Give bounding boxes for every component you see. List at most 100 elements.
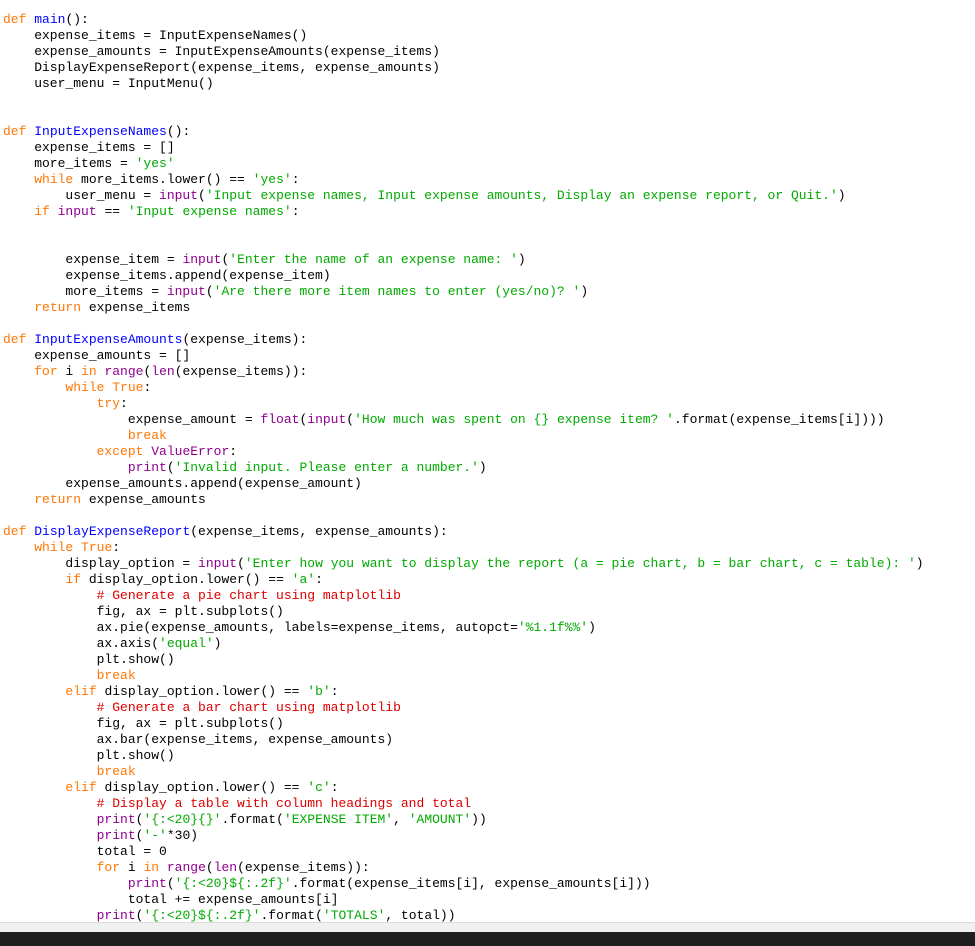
code-token: ) [478, 460, 487, 475]
code-token: : [330, 684, 339, 699]
keyword-token: def [3, 332, 35, 347]
function-name-token: InputExpenseAmounts [34, 332, 183, 347]
code-line: while more_items.lower() == 'yes': [3, 172, 924, 188]
code-token: ( [198, 188, 206, 203]
code-line: user_menu = input('Input expense names, … [3, 188, 924, 204]
taskbar [0, 932, 975, 946]
code-token: , [393, 812, 409, 827]
code-line: plt.show() [3, 652, 924, 668]
string-token: 'Enter how you want to display the repor… [244, 556, 916, 571]
code-token: : [330, 780, 339, 795]
code-token: ) [915, 556, 924, 571]
code-token: : [291, 172, 300, 187]
code-token: .format(expense_items[i]))) [673, 412, 885, 427]
code-line: def DisplayExpenseReport(expense_items, … [3, 524, 924, 540]
code-token: ( [346, 412, 355, 427]
string-token: 'Invalid input. Please enter a number.' [174, 460, 479, 475]
code-line: while True: [3, 380, 924, 396]
code-line: if display_option.lower() == 'a': [3, 572, 924, 588]
code-text-area[interactable]: def main(): expense_items = InputExpense… [3, 12, 924, 922]
keyword-token: while [65, 380, 105, 395]
string-token: 'Input expense names' [127, 204, 292, 219]
code-line: def InputExpenseNames(): [3, 124, 924, 140]
code-line: expense_amounts = InputExpenseAmounts(ex… [3, 44, 924, 60]
keyword-token: except [96, 444, 144, 459]
keyword-token: break [96, 668, 136, 683]
code-token: ) [517, 252, 526, 267]
code-line: def main(): [3, 12, 924, 28]
string-token: 'yes' [135, 156, 175, 171]
code-token: ( [237, 556, 245, 571]
code-line: print('-'*30) [3, 828, 924, 844]
code-line: expense_item = input('Enter the name of … [3, 252, 924, 268]
string-token: 'Are there more item names to enter (yes… [213, 284, 581, 299]
code-token: ( [205, 284, 214, 299]
code-token: expense_amount = [3, 412, 261, 427]
keyword-token: elif [65, 684, 97, 699]
builtin-token: print [96, 812, 136, 827]
code-line: ax.pie(expense_amounts, labels=expense_i… [3, 620, 924, 636]
keyword-token: while [34, 172, 74, 187]
string-token: 'a' [291, 572, 316, 587]
code-token: more_items = [3, 284, 167, 299]
code-line: print('{:<20}{}'.format('EXPENSE ITEM', … [3, 812, 924, 828]
code-line: for i in range(len(expense_items)): [3, 364, 924, 380]
code-editor[interactable]: def main(): expense_items = InputExpense… [0, 0, 975, 922]
builtin-token: print [96, 828, 136, 843]
code-token: i [57, 364, 82, 379]
builtin-token: input [159, 188, 199, 203]
code-line: expense_items.append(expense_item) [3, 268, 924, 284]
code-line: print('{:<20}${:.2f}'.format(expense_ite… [3, 876, 924, 892]
code-token: expense_amounts = [] [3, 348, 191, 363]
code-token: (expense_items)): [174, 364, 308, 379]
keyword-token: for [34, 364, 58, 379]
code-token: expense_items = [] [3, 140, 175, 155]
code-token: DisplayExpenseReport(expense_items, expe… [3, 60, 440, 75]
code-line: more_items = input('Are there more item … [3, 284, 924, 300]
code-line: # Display a table with column headings a… [3, 796, 924, 812]
code-token: (): [65, 12, 89, 27]
keyword-token: if [34, 204, 58, 219]
code-token: fig, ax = plt.subplots() [3, 604, 284, 619]
code-token: (expense_items, expense_amounts): [190, 524, 448, 539]
code-token: more_items = [3, 156, 136, 171]
keyword-token: def [3, 524, 35, 539]
code-token: (expense_items): [182, 332, 308, 347]
string-token: 'Input expense names, Input expense amou… [205, 188, 838, 203]
code-token: .format( [221, 812, 284, 827]
builtin-token: print [127, 460, 167, 475]
builtin-token: print [96, 908, 136, 922]
code-line: break [3, 668, 924, 684]
keyword-token: break [127, 428, 167, 443]
string-token: '{:<20}{}' [143, 812, 222, 827]
code-token: user_menu = InputMenu() [3, 76, 214, 91]
string-token: 'equal' [159, 636, 214, 651]
builtin-token: ValueError [151, 444, 230, 459]
string-token: 'How much was spent on {} expense item? … [354, 412, 674, 427]
code-token: expense_amounts = InputExpenseAmounts(ex… [3, 44, 440, 59]
keyword-token: if [65, 572, 82, 587]
keyword-token: in [81, 364, 97, 379]
code-line: user_menu = InputMenu() [3, 76, 924, 92]
code-line: DisplayExpenseReport(expense_items, expe… [3, 60, 924, 76]
code-line: plt.show() [3, 748, 924, 764]
code-line: ax.axis('equal') [3, 636, 924, 652]
code-token: )) [471, 812, 487, 827]
code-line: for i in range(len(expense_items)): [3, 860, 924, 876]
